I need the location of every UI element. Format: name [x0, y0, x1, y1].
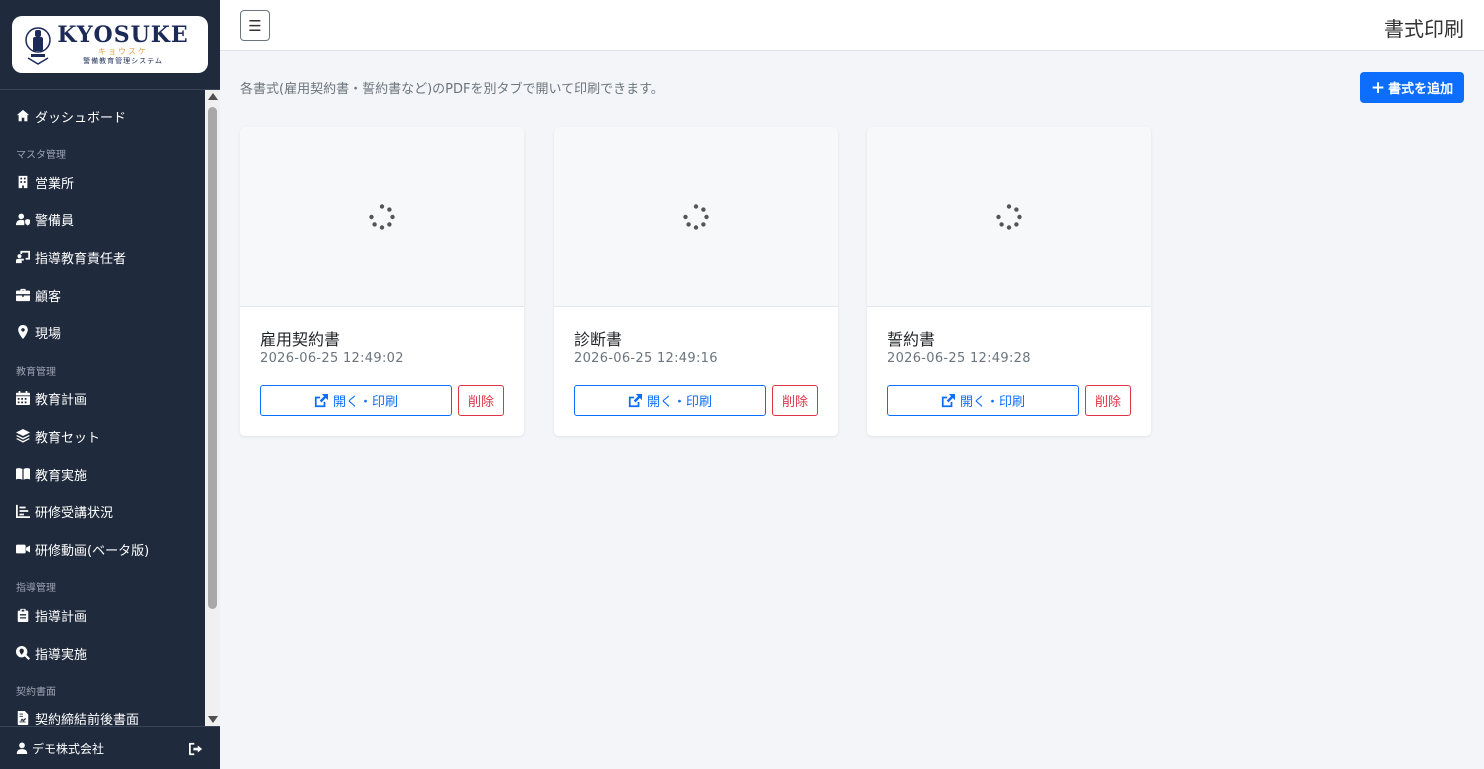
sidebar-item-contract-docs[interactable]: 契約締結前後書面	[16, 707, 139, 725]
calendar-icon	[16, 391, 30, 405]
brand-kana: キョウスケ	[98, 47, 148, 56]
loading-spinner-icon	[369, 204, 395, 230]
card-date: 2026-06-25 12:49:02	[260, 351, 404, 366]
card-title: 誓約書	[887, 330, 936, 349]
sidebar: KYOSUKE キョウスケ 警備教育管理システム ダッシュボード マスタ管理 営…	[0, 0, 220, 769]
open-print-button[interactable]: 開く・印刷	[574, 385, 766, 416]
page-description: 各書式(雇用契約書・誓約書など)のPDFを別タブで開いて印刷できます。	[240, 82, 664, 97]
external-link-icon	[314, 393, 328, 407]
sidebar-item-label: 指導教育責任者	[35, 251, 127, 267]
delete-button[interactable]: 削除	[1085, 385, 1131, 416]
map-pin-icon	[18, 325, 28, 339]
sidebar-item-label: 契約締結前後書面	[35, 712, 140, 726]
scroll-up-arrow-icon[interactable]	[208, 93, 218, 100]
building-icon	[18, 175, 28, 189]
guard-emblem-icon	[24, 24, 52, 66]
user-icon	[16, 742, 28, 754]
pdf-preview[interactable]	[867, 127, 1151, 307]
sidebar-item-label: 研修動画(ベータ版)	[35, 543, 150, 559]
sidebar-item-label: 顧客	[35, 289, 62, 305]
file-contract-icon	[17, 711, 29, 725]
form-card: 診断書 2026-06-25 12:49:16 開く・印刷 削除	[554, 127, 838, 436]
sidebar-item-training-video[interactable]: 研修動画(ベータ版)	[16, 538, 149, 560]
sign-out-icon	[189, 742, 203, 756]
home-icon	[16, 109, 30, 122]
briefcase-icon	[16, 288, 30, 302]
sidebar-item-label: 教育実施	[35, 468, 88, 484]
sidebar-section-contract: 契約書面	[16, 687, 56, 698]
delete-button[interactable]: 削除	[458, 385, 504, 416]
sidebar-item-education-set[interactable]: 教育セット	[16, 425, 100, 447]
pdf-preview[interactable]	[554, 127, 838, 307]
sidebar-section-guidance: 指導管理	[16, 583, 56, 594]
sidebar-item-customers[interactable]: 顧客	[16, 284, 61, 306]
sidebar-item-dashboard[interactable]: ダッシュボード	[16, 105, 126, 127]
current-user[interactable]: デモ株式会社	[16, 740, 104, 757]
scroll-down-arrow-icon[interactable]	[208, 716, 218, 723]
sidebar-item-training-status[interactable]: 研修受講状況	[16, 500, 113, 522]
card-title: 診断書	[574, 330, 623, 349]
search-location-icon	[16, 646, 30, 660]
plus-icon: +	[1370, 77, 1386, 98]
sidebar-item-guidance-exec[interactable]: 指導実施	[16, 642, 87, 664]
loading-spinner-icon	[683, 204, 709, 230]
sidebar-scrollbar[interactable]	[205, 90, 220, 726]
loading-spinner-icon	[996, 204, 1022, 230]
layers-icon	[16, 429, 30, 443]
sidebar-item-label: 指導実施	[35, 647, 88, 663]
brand-logo[interactable]: KYOSUKE キョウスケ 警備教育管理システム	[12, 16, 208, 73]
open-print-label: 開く・印刷	[332, 395, 398, 410]
card-date: 2026-06-25 12:49:16	[574, 351, 718, 366]
sidebar-item-label: 教育セット	[35, 430, 101, 446]
open-print-label: 開く・印刷	[646, 395, 712, 410]
sidebar-item-label: 警備員	[35, 213, 75, 229]
sidebar-item-label: 教育計画	[35, 392, 88, 408]
sidebar-item-education-plan[interactable]: 教育計画	[16, 387, 87, 409]
open-print-label: 開く・印刷	[959, 395, 1025, 410]
sidebar-section-education: 教育管理	[16, 367, 56, 378]
user-shield-icon	[16, 213, 30, 226]
page-title: 書式印刷	[1384, 17, 1464, 41]
sidebar-item-label: 営業所	[35, 176, 75, 192]
card-title: 雇用契約書	[260, 330, 341, 349]
logout-button[interactable]	[188, 741, 204, 756]
sidebar-item-offices[interactable]: 営業所	[16, 171, 74, 193]
delete-button[interactable]: 削除	[772, 385, 818, 416]
brand-subtitle: 警備教育管理システム	[83, 57, 163, 65]
sidebar-footer: デモ株式会社	[0, 726, 220, 769]
open-print-button[interactable]: 開く・印刷	[260, 385, 452, 416]
book-open-icon	[16, 468, 30, 480]
sidebar-item-label: 研修受講状況	[35, 505, 114, 521]
card-date: 2026-06-25 12:49:28	[887, 351, 1031, 366]
top-header: ☰ 書式印刷	[220, 0, 1484, 51]
form-card: 誓約書 2026-06-25 12:49:28 開く・印刷 削除	[867, 127, 1151, 436]
scrollbar-thumb[interactable]	[208, 107, 217, 609]
hamburger-icon: ☰	[248, 16, 262, 35]
sidebar-item-label: 現場	[35, 326, 62, 342]
external-link-icon	[628, 393, 642, 407]
sidebar-item-education-exec[interactable]: 教育実施	[16, 463, 87, 485]
user-name: デモ株式会社	[32, 741, 105, 756]
video-icon	[16, 544, 30, 554]
sidebar-item-guidance-plan[interactable]: 指導計画	[16, 604, 87, 626]
sidebar-item-guards[interactable]: 警備員	[16, 208, 74, 230]
clipboard-icon	[17, 608, 29, 622]
pdf-preview[interactable]	[240, 127, 524, 307]
sidebar-item-sites[interactable]: 現場	[16, 321, 61, 343]
chart-bar-icon	[16, 504, 30, 518]
sidebar-item-label: 指導計画	[35, 609, 88, 625]
sidebar-nav: ダッシュボード マスタ管理 営業所 警備員 指導教育責任者 顧客 現場 教育管理…	[0, 95, 205, 725]
sidebar-item-label: ダッシュボード	[35, 110, 127, 126]
sidebar-toggle-button[interactable]: ☰	[240, 10, 270, 41]
form-card: 雇用契約書 2026-06-25 12:49:02 開く・印刷 削除	[240, 127, 524, 436]
add-form-button[interactable]: + 書式を追加	[1360, 72, 1464, 103]
sidebar-divider	[0, 89, 220, 90]
add-form-label: 書式を追加	[1388, 82, 1454, 97]
sidebar-section-master: マスタ管理	[16, 150, 66, 161]
brand-title: KYOSUKE	[57, 22, 189, 48]
external-link-icon	[941, 393, 955, 407]
sidebar-item-instructors[interactable]: 指導教育責任者	[16, 246, 126, 268]
open-print-button[interactable]: 開く・印刷	[887, 385, 1079, 416]
chalkboard-teacher-icon	[16, 250, 30, 264]
